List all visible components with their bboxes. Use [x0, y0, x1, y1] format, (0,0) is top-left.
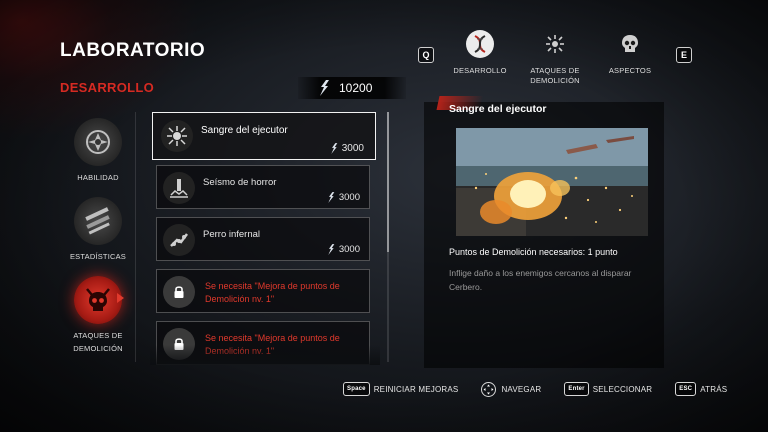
tab-desarrollo[interactable]: DESARROLLO [440, 30, 520, 76]
hint-select[interactable]: Enter SELECCIONAR [564, 382, 652, 396]
upgrade-item[interactable]: Sangre del ejecutor 3000 [152, 112, 376, 160]
demolition-points-icon [328, 244, 335, 255]
category-habilidad[interactable]: HABILIDAD [50, 118, 146, 185]
page-subtitle: DESARROLLO [60, 80, 154, 95]
divider [135, 112, 136, 362]
currency-display: 10200 [298, 77, 406, 99]
hint-back[interactable]: ESC ATRÁS [675, 382, 727, 396]
tab-label: DESARROLLO [453, 66, 507, 75]
space-key-icon: Space [343, 382, 370, 396]
detail-title: Sangre del ejecutor [449, 103, 547, 115]
next-tab-key[interactable]: E [676, 47, 692, 63]
blood-splatter-icon [161, 120, 193, 152]
demolition-points-icon [331, 143, 338, 154]
upgrade-name: Perro infernal [203, 229, 261, 240]
enter-key-icon: Enter [564, 382, 589, 396]
active-category-indicator [117, 293, 124, 303]
upgrade-cost-value: 3000 [338, 244, 360, 255]
locked-requirement-text: Se necesita "Mejora de puntos de Demolic… [205, 281, 340, 304]
dna-icon [466, 30, 494, 58]
hellhound-icon [163, 224, 195, 256]
esc-key-icon: ESC [675, 382, 697, 396]
explosion-icon [541, 30, 569, 58]
hint-label: ATRÁS [700, 384, 728, 394]
hint-reset-upgrades[interactable]: Space REINICIAR MEJORAS [343, 382, 458, 396]
hint-navigate[interactable]: NAVEGAR [481, 381, 542, 397]
currency-amount: 10200 [339, 81, 373, 95]
page-title: LABORATORIO [60, 40, 206, 61]
category-estadisticas[interactable]: ESTADÍSTICAS [50, 197, 146, 264]
ground-slam-icon [163, 172, 195, 204]
hint-label: SELECCIONAR [592, 384, 653, 394]
upgrade-cost: 3000 [327, 192, 360, 203]
scrollbar-thumb[interactable] [387, 112, 389, 252]
tab-aspectos[interactable]: ASPECTOS [590, 30, 670, 76]
dpad-icon [481, 381, 497, 397]
list-fade [150, 345, 380, 365]
demon-skull-icon [74, 276, 122, 324]
upgrade-name: Sangre del ejecutor [201, 125, 288, 136]
category-label: ATAQUES DE DEMOLICIÓN [73, 331, 123, 353]
category-ataques-de-demolicion[interactable]: ATAQUES DE DEMOLICIÓN [50, 276, 146, 355]
hint-label: NAVEGAR [501, 384, 542, 394]
prev-tab-key[interactable]: Q [418, 47, 434, 63]
upgrade-item[interactable]: Perro infernal 3000 [156, 217, 370, 261]
detail-requirement: Puntos de Demolición necesarios: 1 punto [449, 247, 618, 257]
weapons-icon [74, 197, 122, 245]
upgrade-cost: 3000 [330, 143, 364, 154]
upgrade-item-locked[interactable]: Se necesita "Mejora de puntos de Demolic… [156, 269, 370, 313]
tab-label: ATAQUES DE DEMOLICIÓN [530, 66, 580, 85]
category-label: ESTADÍSTICAS [69, 252, 127, 261]
tab-ataques-de-demolicion[interactable]: ATAQUES DE DEMOLICIÓN [515, 30, 595, 86]
demolition-points-icon [328, 192, 335, 203]
control-hints: Space REINICIAR MEJORAS NAVEGAR Enter SE… [343, 381, 727, 397]
detail-description: Inflige daño a los enemigos cercanos al … [449, 268, 632, 292]
lock-icon [163, 276, 195, 308]
skull-icon [616, 30, 644, 58]
tab-label: ASPECTOS [608, 66, 652, 75]
upgrade-cost: 3000 [327, 244, 360, 255]
upgrade-item[interactable]: Seísmo de horror 3000 [156, 165, 370, 209]
upgrade-cost-value: 3000 [338, 192, 360, 203]
demolition-points-icon [320, 80, 329, 96]
upgrade-name: Seísmo de horror [203, 177, 277, 188]
hint-label: REINICIAR MEJORAS [373, 384, 459, 394]
category-label: HABILIDAD [77, 173, 119, 182]
upgrade-cost-value: 3000 [341, 143, 364, 154]
upgrade-preview-image [456, 128, 648, 236]
ability-emblem-icon [74, 118, 122, 166]
